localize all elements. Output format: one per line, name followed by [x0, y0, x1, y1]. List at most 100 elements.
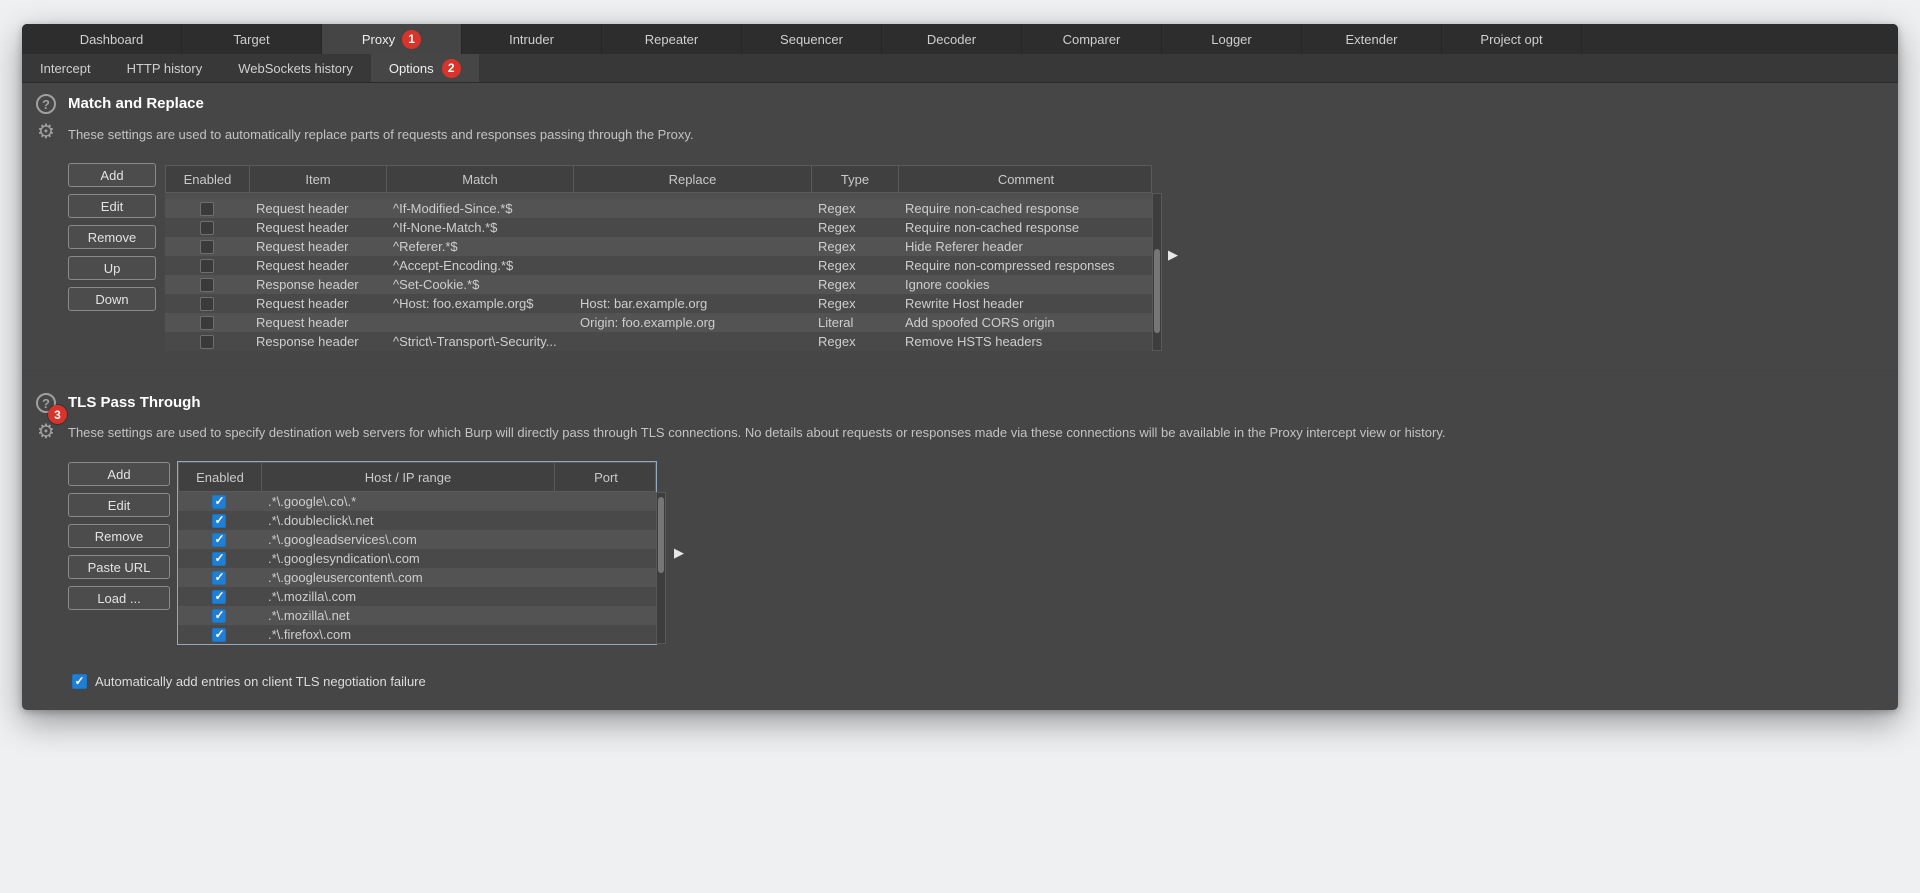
column-header: Enabled [166, 166, 249, 192]
tab-label: Decoder [927, 32, 976, 47]
scrollbar-thumb[interactable] [1154, 249, 1160, 333]
enabled-checkbox[interactable] [200, 335, 214, 349]
subtab-http-history[interactable]: HTTP history [109, 54, 221, 82]
enabled-checkbox[interactable] [212, 533, 226, 547]
cell-match: ^Host: foo.example.org$ [385, 294, 572, 313]
table-row[interactable]: Request header ^Accept-Encoding.*$ Regex… [165, 256, 1152, 275]
table-row[interactable]: Request header ^If-Modified-Since.*$ Reg… [165, 199, 1152, 218]
subtab-label: HTTP history [127, 61, 203, 76]
table-row[interactable]: .*\.googlesyndication\.com [178, 549, 656, 568]
table-row[interactable]: Response header ^Set-Cookie.*$ Regex Ign… [165, 275, 1152, 294]
tab-label: Comparer [1063, 32, 1121, 47]
section-title-match-and-replace: Match and Replace [68, 94, 204, 114]
enabled-checkbox[interactable] [212, 514, 226, 528]
paste-url-button[interactable]: Paste URL [68, 555, 170, 579]
vertical-scrollbar[interactable] [1152, 193, 1162, 351]
match-and-replace-table: Enabled Item Match Replace Type Comment … [165, 165, 1152, 351]
subtab-options[interactable]: Options 2 [371, 54, 479, 82]
cell-item: Request header [248, 218, 385, 237]
cell-item: Request header [248, 237, 385, 256]
table-row[interactable]: .*\.mozilla\.net [178, 606, 656, 625]
enabled-checkbox[interactable] [212, 552, 226, 566]
tab-intruder[interactable]: Intruder [462, 24, 602, 54]
enabled-checkbox[interactable] [200, 316, 214, 330]
table-row[interactable]: Request header ^Host: foo.example.org$ H… [165, 294, 1152, 313]
remove-button[interactable]: Remove [68, 524, 170, 548]
cell-comment: Rewrite Host header [897, 294, 1152, 313]
enabled-checkbox[interactable] [200, 278, 214, 292]
cell-host: .*\.doubleclick\.net [260, 511, 553, 530]
enabled-checkbox[interactable] [200, 297, 214, 311]
cell-type: Regex [810, 256, 897, 275]
tls-pass-through-table: Enabled Host / IP range Port .*\.google\… [177, 461, 657, 645]
cell-item: Response header [248, 332, 385, 351]
expand-arrow-icon: ▶ [1168, 248, 1178, 262]
enabled-checkbox[interactable] [200, 240, 214, 254]
cell-comment: Add spoofed CORS origin [897, 313, 1152, 332]
table-row[interactable]: Request header Origin: foo.example.org L… [165, 313, 1152, 332]
enabled-checkbox[interactable] [212, 495, 226, 509]
cell-port [553, 492, 656, 511]
tab-label: Sequencer [780, 32, 843, 47]
cell-match: ^Accept-Encoding.*$ [385, 256, 572, 275]
down-button[interactable]: Down [68, 287, 156, 311]
cell-comment: Require non-cached response [897, 199, 1152, 218]
tab-comparer[interactable]: Comparer [1022, 24, 1162, 54]
tab-proxy[interactable]: Proxy 1 [322, 24, 462, 54]
column-header: Match [386, 166, 573, 192]
enabled-checkbox[interactable] [212, 590, 226, 604]
tab-label: Extender [1345, 32, 1397, 47]
table-row[interactable]: .*\.googleadservices\.com [178, 530, 656, 549]
edit-button[interactable]: Edit [68, 194, 156, 218]
enabled-checkbox[interactable] [200, 259, 214, 273]
cell-type: Literal [810, 313, 897, 332]
help-icon[interactable]: ? [36, 94, 56, 114]
tab-label: Intruder [509, 32, 554, 47]
cell-type: Regex [810, 237, 897, 256]
add-button[interactable]: Add [68, 163, 156, 187]
remove-button[interactable]: Remove [68, 225, 156, 249]
table-row[interactable]: .*\.firefox\.com [178, 625, 656, 644]
table-row[interactable]: .*\.google\.co\.* [178, 492, 656, 511]
scrollbar-thumb[interactable] [658, 497, 664, 573]
callout-badge-2: 2 [442, 59, 461, 78]
tab-label: Repeater [645, 32, 698, 47]
tab-decoder[interactable]: Decoder [882, 24, 1022, 54]
tab-extender[interactable]: Extender [1302, 24, 1442, 54]
tab-sequencer[interactable]: Sequencer [742, 24, 882, 54]
tab-target[interactable]: Target [182, 24, 322, 54]
auto-add-entries-checkbox[interactable]: Automatically add entries on client TLS … [72, 674, 426, 689]
checkbox-checked-icon[interactable] [72, 674, 87, 689]
cell-item: Request header [248, 313, 385, 332]
tab-dashboard[interactable]: Dashboard [42, 24, 182, 54]
cell-replace [572, 237, 810, 256]
table-row[interactable]: .*\.googleusercontent\.com [178, 568, 656, 587]
table-row[interactable]: Response header ^Strict\-Transport\-Secu… [165, 332, 1152, 351]
gear-icon[interactable]: ⚙ [35, 421, 57, 443]
cell-port [553, 587, 656, 606]
load-button[interactable]: Load ... [68, 586, 170, 610]
subtab-intercept[interactable]: Intercept [22, 54, 109, 82]
vertical-scrollbar[interactable] [656, 492, 666, 644]
tab-project-options[interactable]: Project opt [1442, 24, 1582, 54]
table-row[interactable]: Request header ^Referer.*$ Regex Hide Re… [165, 237, 1152, 256]
edit-button[interactable]: Edit [68, 493, 170, 517]
table-row[interactable]: .*\.mozilla\.com [178, 587, 656, 606]
enabled-checkbox[interactable] [212, 609, 226, 623]
cell-port [553, 625, 656, 644]
enabled-checkbox[interactable] [212, 628, 226, 642]
up-button[interactable]: Up [68, 256, 156, 280]
cell-comment: Require non-compressed responses [897, 256, 1152, 275]
add-button[interactable]: Add [68, 462, 170, 486]
gear-icon[interactable]: ⚙ [35, 121, 57, 143]
enabled-checkbox[interactable] [200, 221, 214, 235]
subtab-websockets-history[interactable]: WebSockets history [220, 54, 371, 82]
tab-repeater[interactable]: Repeater [602, 24, 742, 54]
table-row[interactable]: .*\.doubleclick\.net [178, 511, 656, 530]
enabled-checkbox[interactable] [200, 202, 214, 216]
table-row[interactable]: Request header ^If-None-Match.*$ Regex R… [165, 218, 1152, 237]
enabled-checkbox[interactable] [212, 571, 226, 585]
cell-match: ^If-None-Match.*$ [385, 218, 572, 237]
tab-logger[interactable]: Logger [1162, 24, 1302, 54]
cell-type: Regex [810, 218, 897, 237]
